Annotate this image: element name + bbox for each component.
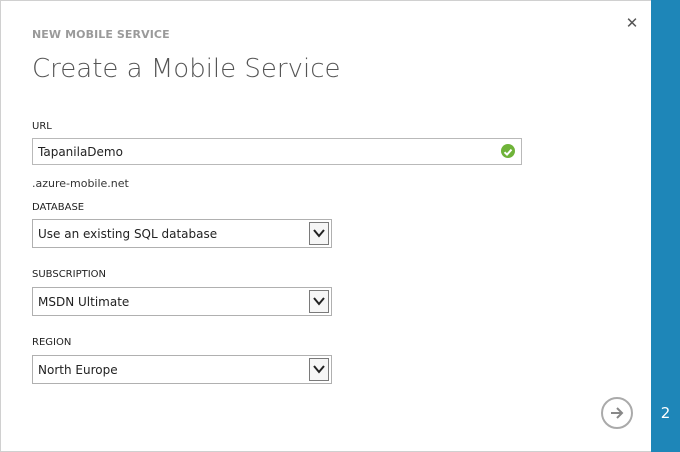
url-suffix: .azure-mobile.net (32, 177, 129, 190)
database-select[interactable]: Use an existing SQL database (32, 219, 332, 248)
close-icon[interactable]: ✕ (623, 14, 641, 32)
arrow-right-icon (611, 407, 624, 419)
database-selected: Use an existing SQL database (38, 227, 218, 241)
subscription-selected: MSDN Ultimate (38, 295, 130, 309)
chevron-down-icon[interactable] (309, 358, 329, 381)
chevron-down-icon[interactable] (309, 222, 329, 245)
subscription-label: SUBSCRIPTION (32, 269, 107, 280)
region-select[interactable]: North Europe (32, 355, 332, 384)
step-number: 2 (660, 404, 671, 422)
subscription-select[interactable]: MSDN Ultimate (32, 287, 332, 316)
url-value: TapanilaDemo (38, 145, 123, 159)
url-input[interactable]: TapanilaDemo (32, 138, 522, 165)
region-selected: North Europe (38, 363, 118, 377)
dialog-title: Create a Mobile Service (32, 54, 341, 84)
dialog-eyebrow: NEW MOBILE SERVICE (32, 28, 170, 41)
url-label: URL (32, 121, 52, 132)
database-label: DATABASE (32, 202, 85, 213)
chevron-down-icon[interactable] (309, 290, 329, 313)
check-icon (501, 144, 515, 158)
create-mobile-service-dialog: ✕ NEW MOBILE SERVICE Create a Mobile Ser… (0, 0, 651, 452)
wizard-step-bar: 2 (651, 0, 680, 452)
region-label: REGION (32, 337, 72, 348)
next-button[interactable] (601, 397, 633, 429)
